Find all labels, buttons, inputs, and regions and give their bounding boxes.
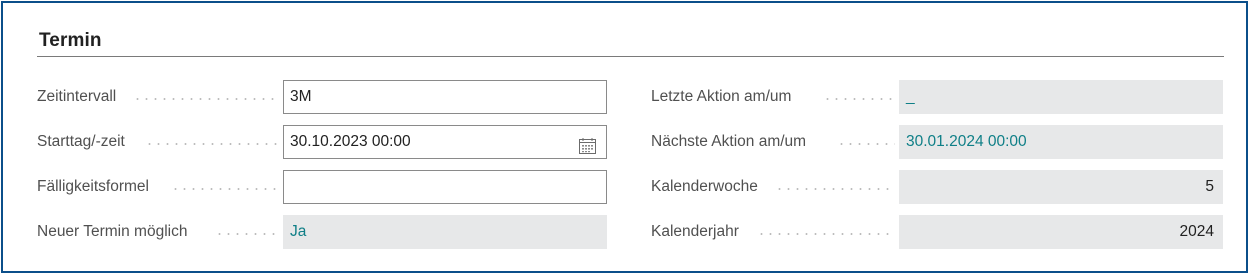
field-row-faelligkeitsformel: Fälligkeitsformel: [37, 170, 607, 204]
zeitintervall-value: 3M: [290, 88, 312, 105]
field-row-naechste-aktion: Nächste Aktion am/um 30.01.2024 00:00: [651, 125, 1223, 159]
faelligkeitsformel-input[interactable]: [283, 170, 607, 204]
field-label-letzte-aktion: Letzte Aktion am/um: [651, 80, 897, 114]
naechste-aktion-value[interactable]: 30.01.2024 00:00: [906, 133, 1027, 150]
zeitintervall-input[interactable]: 3M: [283, 80, 607, 114]
starttag-input[interactable]: 30.10.2023 00:00: [283, 125, 607, 159]
field-row-kalenderwoche: Kalenderwoche 5: [651, 170, 1223, 204]
field-row-kalenderjahr: Kalenderjahr 2024: [651, 215, 1223, 249]
kalenderjahr-value: 2024: [1179, 223, 1214, 240]
field-row-neuer-termin: Neuer Termin möglich Ja: [37, 215, 607, 249]
field-label-starttag: Starttag/-zeit: [37, 125, 281, 159]
naechste-aktion-value-field[interactable]: 30.01.2024 00:00: [899, 125, 1223, 159]
field-label-naechste-aktion: Nächste Aktion am/um: [651, 125, 897, 159]
field-label-zeitintervall: Zeitintervall: [37, 80, 281, 114]
field-label-kalenderjahr: Kalenderjahr: [651, 215, 897, 249]
field-row-starttag: Starttag/-zeit 30.10.2023 00:00: [37, 125, 607, 159]
kalenderjahr-value-field: 2024: [899, 215, 1223, 249]
starttag-value: 30.10.2023 00:00: [290, 133, 411, 150]
termin-panel: Termin Zeitintervall 3M Starttag/-zeit 3…: [1, 1, 1248, 273]
kalenderwoche-value-field: 5: [899, 170, 1223, 204]
field-label-kalenderwoche: Kalenderwoche: [651, 170, 897, 204]
field-row-zeitintervall: Zeitintervall 3M: [37, 80, 607, 114]
letzte-aktion-value[interactable]: _: [906, 81, 915, 113]
kalenderwoche-value: 5: [1205, 178, 1214, 195]
field-label-faelligkeitsformel: Fälligkeitsformel: [37, 170, 281, 204]
section-title: Termin: [39, 30, 102, 51]
letzte-aktion-value-field[interactable]: _: [899, 80, 1223, 114]
section-divider: [37, 56, 1224, 57]
neuer-termin-value-field[interactable]: Ja: [283, 215, 607, 249]
calendar-icon[interactable]: [579, 134, 596, 154]
field-label-neuer-termin: Neuer Termin möglich: [37, 215, 281, 249]
neuer-termin-value[interactable]: Ja: [290, 223, 306, 240]
field-row-letzte-aktion: Letzte Aktion am/um _: [651, 80, 1223, 114]
